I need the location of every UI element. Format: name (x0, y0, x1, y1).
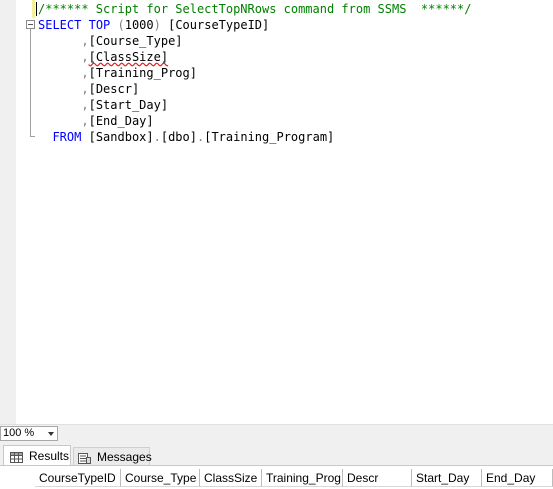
sql-column: [Training_Prog] (88, 66, 197, 80)
code-line-8: ,[End_Day] (38, 113, 154, 129)
column-header-course-type[interactable]: Course_Type (121, 469, 200, 487)
column-header-classsize[interactable]: ClassSize (200, 469, 262, 487)
code-line-1: /****** Script for SelectTopNRows comman… (38, 1, 471, 17)
collapse-icon[interactable] (26, 20, 35, 29)
sql-table: [Training_Program] (204, 130, 335, 144)
messages-icon (78, 451, 91, 464)
tab-messages[interactable]: Messages (73, 447, 152, 465)
code-line-2: SELECT TOP (1000) [CourseTypeID] (38, 17, 269, 33)
sql-paren-close: ) (153, 18, 169, 32)
tab-results[interactable]: Results (3, 445, 71, 465)
sql-comma: , (81, 50, 89, 64)
sql-comma: , (81, 82, 89, 96)
sql-number: 1000 (124, 18, 154, 32)
zoom-value: 100 % (3, 427, 35, 439)
changed-line-indicator (32, 0, 35, 18)
zoom-bar: 100 % (0, 424, 553, 442)
column-header-start-day[interactable]: Start_Day (412, 469, 482, 487)
sql-keyword-from: FROM (52, 130, 82, 144)
sql-database: [Sandbox] (88, 130, 154, 144)
column-header-training-prog[interactable]: Training_Prog (262, 469, 343, 487)
column-header-descr[interactable]: Descr (343, 469, 412, 487)
sql-column-spellcheck: [ClassSize] (88, 50, 169, 64)
chevron-down-icon[interactable] (48, 432, 54, 436)
code-line-5: ,[Training_Prog] (38, 65, 197, 81)
editor-gutter (0, 0, 16, 424)
code-line-4: ,[ClassSize] (38, 49, 168, 65)
sql-schema: [dbo] (160, 130, 197, 144)
tab-messages-label: Messages (97, 449, 152, 464)
grid-icon (10, 450, 23, 463)
sql-comma: , (81, 114, 89, 128)
grid-corner-cell[interactable] (3, 469, 36, 487)
tab-results-label: Results (29, 448, 70, 463)
sql-paren-open: ( (110, 18, 125, 32)
sql-comma: , (81, 34, 89, 48)
horizontal-scrollbar[interactable] (60, 426, 553, 441)
code-line-9: FROM [Sandbox].[dbo].[Training_Program] (38, 129, 334, 145)
results-tab-strip: Results Messages (0, 442, 553, 465)
sql-column: [Start_Day] (88, 98, 169, 112)
outline-line-end (30, 136, 35, 137)
sql-dot: . (153, 130, 161, 144)
column-header-end-day[interactable]: End_Day (482, 469, 553, 487)
column-header-coursetypeid[interactable]: CourseTypeID (35, 469, 121, 487)
code-line-7: ,[Start_Day] (38, 97, 168, 113)
sql-column: [CourseTypeID] (168, 18, 270, 32)
sql-keyword-select: SELECT (38, 18, 82, 32)
sql-comment: /****** Script for SelectTopNRows comman… (38, 2, 472, 16)
zoom-dropdown[interactable]: 100 % (0, 426, 58, 441)
code-line-3: ,[Course_Type] (38, 33, 183, 49)
code-line-6: ,[Descr] (38, 81, 139, 97)
sql-column: [End_Day] (88, 114, 154, 128)
sql-column: [Course_Type] (88, 34, 183, 48)
query-editor[interactable]: /****** Script for SelectTopNRows comman… (0, 0, 553, 424)
outline-line (30, 29, 31, 137)
sql-comma: , (81, 98, 89, 112)
sql-keyword-top: TOP (88, 18, 111, 32)
grid-header-row: CourseTypeID Course_Type ClassSize Train… (35, 469, 553, 487)
results-grid[interactable]: CourseTypeID Course_Type ClassSize Train… (0, 465, 553, 489)
text-caret (36, 2, 37, 16)
sql-column: [Descr] (88, 82, 140, 96)
sql-comma: , (81, 66, 89, 80)
